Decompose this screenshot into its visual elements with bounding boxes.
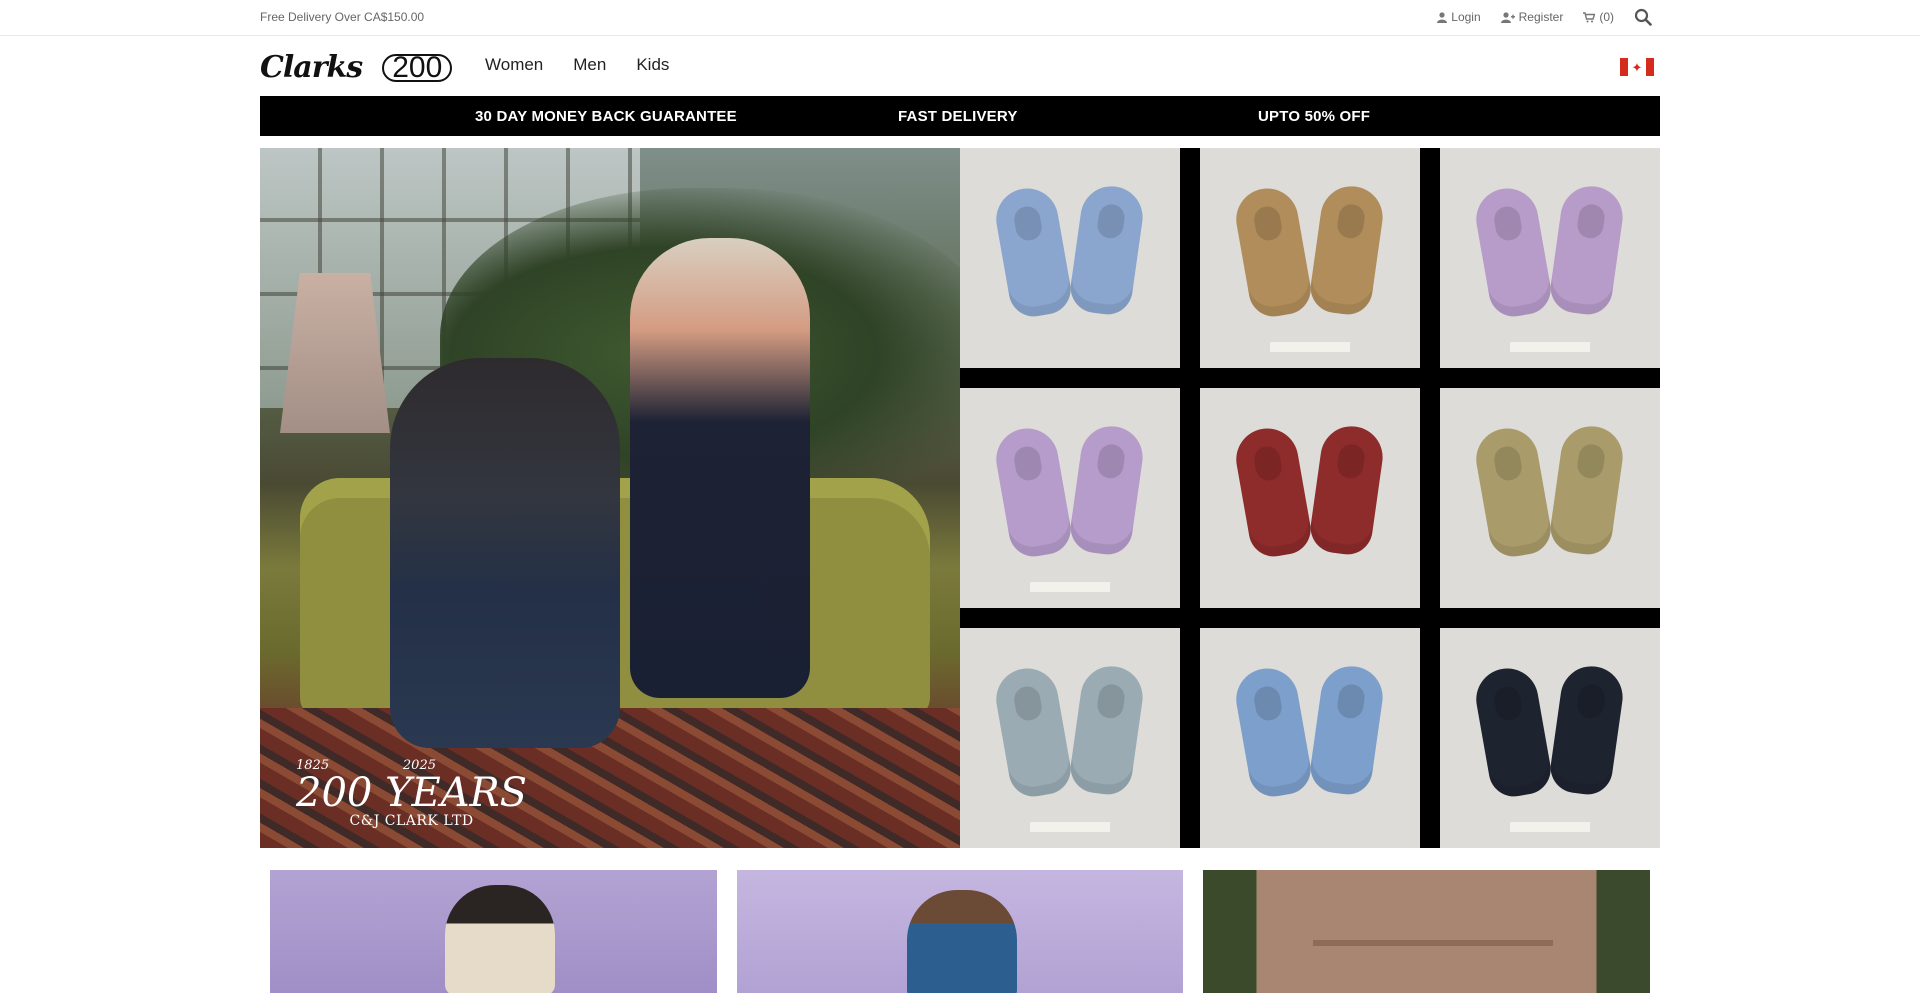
shoe	[1471, 183, 1555, 321]
hero-lifestyle-image: 1825 2025 200 YEARS C&J CLARK LTD	[260, 148, 960, 848]
shoe	[1067, 182, 1147, 318]
model-image	[445, 885, 555, 993]
shoe	[991, 423, 1075, 561]
model-image	[907, 890, 1017, 993]
shoe-tile	[1200, 388, 1420, 608]
user-icon	[1437, 11, 1448, 23]
canada-flag-icon[interactable]: ✦	[1620, 58, 1654, 76]
shoe	[1547, 182, 1627, 318]
shoe	[1231, 663, 1315, 801]
add-user-icon	[1500, 11, 1515, 23]
register-label: Register	[1518, 10, 1564, 24]
shoe-tile	[960, 628, 1180, 848]
nav-kids[interactable]: Kids	[636, 55, 669, 75]
shoe	[1471, 423, 1555, 561]
fabric-detail	[1313, 940, 1553, 946]
logo-wordmark: Clarks	[260, 50, 363, 85]
model-standing	[630, 238, 810, 698]
search-button[interactable]	[1634, 8, 1652, 26]
cart-count: (0)	[1599, 10, 1614, 24]
top-utility-bar: Free Delivery Over CA$150.00 Login Regis…	[0, 0, 1920, 36]
shoe	[1231, 423, 1315, 561]
utility-links: Login Register (0)	[1437, 8, 1652, 26]
hero-banner[interactable]: 1825 2025 200 YEARS C&J CLARK LTD	[260, 148, 1660, 848]
nav-men[interactable]: Men	[573, 55, 606, 75]
shoe-tile	[960, 148, 1180, 368]
shoe-tile	[1200, 148, 1420, 368]
shoe-tile	[1440, 628, 1660, 848]
clarks-200-logo[interactable]: Clarks 200	[260, 50, 453, 85]
shoe	[991, 663, 1075, 801]
usp-bar: 30 DAY MONEY BACK GUARANTEE FAST DELIVER…	[260, 96, 1660, 136]
shoe-tile	[960, 388, 1180, 608]
hero-shoe-grid	[960, 148, 1660, 848]
login-label: Login	[1451, 10, 1481, 24]
register-link[interactable]: Register	[1500, 10, 1564, 24]
shoe	[1307, 662, 1387, 798]
shoe-tile	[1200, 628, 1420, 848]
years-title: 200 YEARS	[296, 770, 528, 816]
shoe-tile	[1440, 148, 1660, 368]
logo-200-badge: 200	[382, 52, 453, 82]
shoe	[1067, 662, 1147, 798]
shoe-tile	[1440, 388, 1660, 608]
login-link[interactable]: Login	[1437, 10, 1481, 24]
cart-link[interactable]: (0)	[1583, 10, 1614, 24]
shoe	[1067, 422, 1147, 558]
shoe	[1307, 182, 1387, 318]
usp-money-back: 30 DAY MONEY BACK GUARANTEE	[475, 108, 737, 125]
usp-fast-delivery: FAST DELIVERY	[898, 108, 1018, 125]
shoe	[1547, 422, 1627, 558]
shoe	[1471, 663, 1555, 801]
shoe	[1307, 422, 1387, 558]
category-tile-men[interactable]	[737, 870, 1183, 993]
model-seated	[390, 358, 620, 748]
cart-icon	[1583, 11, 1596, 22]
main-navigation: Women Men Kids	[485, 55, 669, 75]
category-tile-women[interactable]	[270, 870, 717, 993]
shoe	[991, 183, 1075, 321]
free-delivery-promo: Free Delivery Over CA$150.00	[260, 10, 425, 24]
usp-upto-50-off: UPTO 50% OFF	[1258, 108, 1371, 125]
shoe	[1547, 662, 1627, 798]
category-tile-kids[interactable]	[1203, 870, 1650, 993]
search-icon	[1634, 8, 1652, 26]
shoe	[1231, 183, 1315, 321]
nav-women[interactable]: Women	[485, 55, 543, 75]
site-header: Clarks 200 Women Men Kids ✦	[260, 36, 1660, 96]
200-years-badge: 1825 2025 200 YEARS C&J CLARK LTD	[296, 758, 527, 829]
